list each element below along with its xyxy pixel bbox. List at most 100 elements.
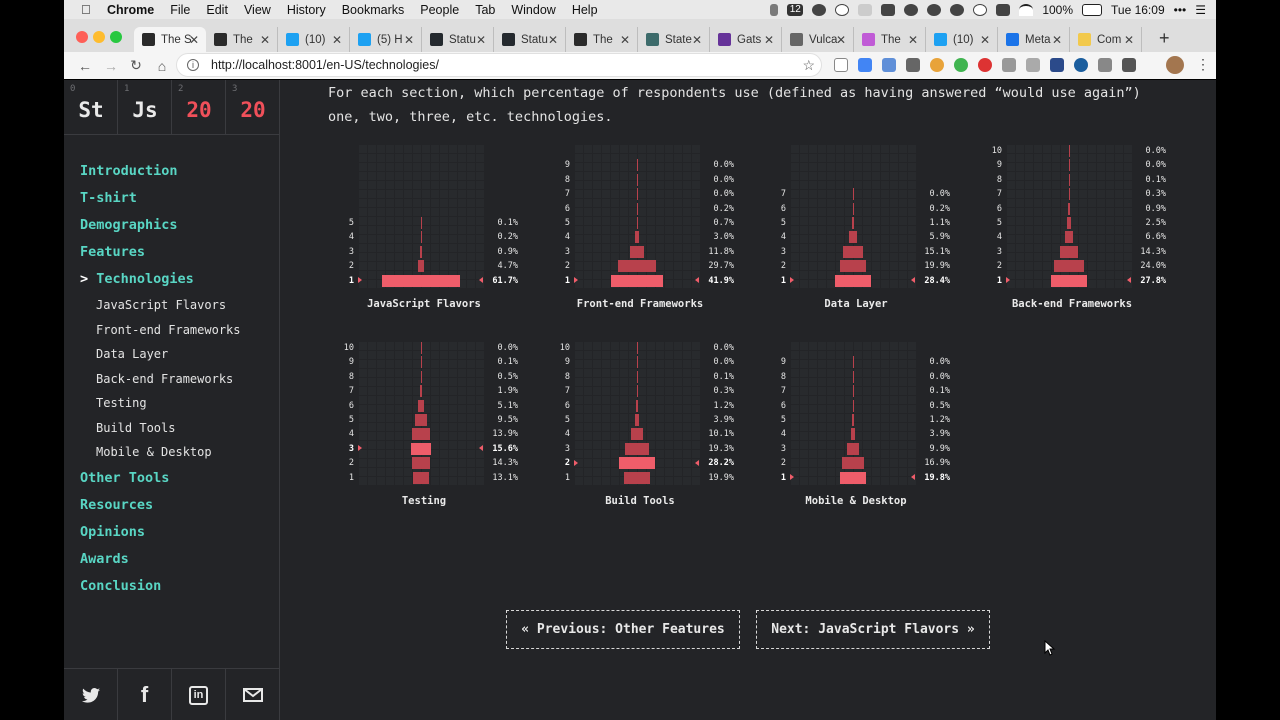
close-tab-icon[interactable]: ✕ bbox=[476, 33, 486, 47]
new-tab-button[interactable]: + bbox=[1159, 28, 1170, 49]
more-icon[interactable]: ••• bbox=[1174, 3, 1187, 17]
bar[interactable] bbox=[852, 356, 854, 369]
menu-history[interactable]: History bbox=[287, 3, 326, 17]
menu-chrome[interactable]: Chrome bbox=[107, 3, 154, 17]
bar[interactable] bbox=[852, 188, 854, 201]
close-tab-icon[interactable]: ✕ bbox=[189, 33, 199, 47]
sidebar-subitem-javascript-flavors[interactable]: JavaScript Flavors bbox=[80, 297, 241, 322]
bar[interactable] bbox=[840, 260, 866, 273]
notification-count-badge[interactable]: 12 bbox=[787, 3, 804, 16]
list-icon[interactable]: ☰ bbox=[1195, 3, 1206, 17]
bookmark-star-icon[interactable]: ☆ bbox=[802, 57, 815, 74]
bar[interactable] bbox=[835, 274, 871, 287]
reload-icon[interactable]: ↻ bbox=[130, 57, 142, 74]
bar[interactable] bbox=[630, 428, 644, 441]
browser-tab[interactable]: (10) ✕ bbox=[926, 27, 998, 52]
bar[interactable] bbox=[849, 231, 857, 244]
bar[interactable] bbox=[629, 245, 645, 258]
site-logo[interactable]: 0 St 1 Js 2 20 3 20 bbox=[64, 80, 280, 135]
sidebar-item-conclusion[interactable]: Conclusion bbox=[80, 577, 241, 604]
translate-icon[interactable] bbox=[882, 58, 896, 72]
browser-tab[interactable]: The ✕ bbox=[854, 27, 926, 52]
extension-icon[interactable] bbox=[1026, 58, 1040, 72]
close-tab-icon[interactable]: ✕ bbox=[620, 33, 630, 47]
bar[interactable] bbox=[852, 370, 854, 383]
bar[interactable] bbox=[636, 173, 638, 186]
browser-tab[interactable]: Meta ✕ bbox=[998, 27, 1070, 52]
bar[interactable] bbox=[412, 428, 430, 441]
bar[interactable] bbox=[618, 260, 656, 273]
browser-tab[interactable]: Com ✕ bbox=[1070, 27, 1142, 52]
next-page-button[interactable]: Next: JavaScript Flavors » bbox=[756, 610, 990, 649]
browser-tab[interactable]: The S ✕ bbox=[134, 27, 206, 52]
close-tab-icon[interactable]: ✕ bbox=[692, 33, 702, 47]
sidebar-item-t-shirt[interactable]: T-shirt bbox=[80, 189, 241, 216]
time-machine-icon[interactable] bbox=[973, 3, 988, 16]
bar[interactable] bbox=[1064, 231, 1074, 244]
bar[interactable] bbox=[1068, 173, 1070, 186]
address-bar[interactable]: i http://localhost:8001/en-US/technologi… bbox=[176, 53, 822, 77]
clock[interactable]: Tue 16:09 bbox=[1111, 3, 1165, 17]
sidebar-item-awards[interactable]: Awards bbox=[80, 550, 241, 577]
close-tab-icon[interactable]: ✕ bbox=[764, 33, 774, 47]
browser-tab[interactable]: (5) H ✕ bbox=[350, 27, 422, 52]
bar[interactable] bbox=[624, 442, 650, 455]
sidebar-item-opinions[interactable]: Opinions bbox=[80, 523, 241, 550]
bar[interactable] bbox=[419, 385, 423, 398]
bar[interactable] bbox=[382, 274, 460, 287]
minimize-window-button[interactable] bbox=[93, 31, 105, 43]
extension-icon[interactable] bbox=[834, 58, 848, 72]
close-tab-icon[interactable]: ✕ bbox=[836, 33, 846, 47]
menu-tab[interactable]: Tab bbox=[475, 3, 495, 17]
browser-tab[interactable]: The ✕ bbox=[206, 27, 278, 52]
bar[interactable] bbox=[1068, 202, 1070, 215]
bar[interactable] bbox=[636, 370, 638, 383]
extension-icon[interactable] bbox=[1098, 58, 1112, 72]
site-info-icon[interactable]: i bbox=[187, 59, 199, 71]
home-icon[interactable]: ⌂ bbox=[156, 58, 168, 74]
bar[interactable] bbox=[635, 231, 639, 244]
bar[interactable] bbox=[636, 217, 638, 229]
bar[interactable] bbox=[420, 231, 422, 244]
bar[interactable] bbox=[1068, 159, 1070, 172]
forward-icon[interactable]: → bbox=[104, 58, 118, 74]
close-tab-icon[interactable]: ✕ bbox=[908, 33, 918, 47]
sidebar-item-other-tools[interactable]: Other Tools bbox=[80, 469, 241, 496]
sidebar-item-demographics[interactable]: Demographics bbox=[80, 216, 241, 243]
bar[interactable] bbox=[852, 414, 854, 426]
battery-percent[interactable]: 100% bbox=[1042, 3, 1073, 17]
browser-tab[interactable]: State ✕ bbox=[638, 27, 710, 52]
bar[interactable] bbox=[1067, 217, 1071, 229]
text-input-icon[interactable] bbox=[881, 3, 896, 16]
bar[interactable] bbox=[624, 471, 650, 484]
linkedin-share-button[interactable]: in bbox=[172, 669, 226, 720]
extension-icon[interactable] bbox=[858, 58, 872, 72]
bar[interactable] bbox=[636, 342, 638, 354]
chat-icon[interactable] bbox=[950, 3, 965, 16]
sidebar-item-introduction[interactable]: Introduction bbox=[80, 162, 241, 189]
sidebar-subitem-testing[interactable]: Testing bbox=[80, 395, 241, 420]
menu-file[interactable]: File bbox=[170, 3, 190, 17]
bar[interactable] bbox=[411, 457, 431, 470]
close-tab-icon[interactable]: ✕ bbox=[1124, 33, 1134, 47]
email-share-button[interactable] bbox=[226, 669, 280, 720]
sidebar-item-technologies[interactable]: > Technologies bbox=[80, 270, 241, 297]
zoom-window-button[interactable] bbox=[110, 31, 122, 43]
apple-menu-icon[interactable]:  bbox=[81, 2, 95, 17]
puzzle-icon[interactable] bbox=[1122, 58, 1136, 72]
bar[interactable] bbox=[412, 471, 430, 484]
extension-icon[interactable] bbox=[1050, 58, 1064, 72]
browser-menu-icon[interactable]: ⋮ bbox=[1196, 56, 1210, 73]
facebook-share-button[interactable]: f bbox=[118, 669, 172, 720]
sidebar-subitem-build-tools[interactable]: Build Tools bbox=[80, 420, 241, 445]
bar[interactable] bbox=[619, 457, 655, 470]
battery-status-icon[interactable] bbox=[770, 3, 779, 16]
bar[interactable] bbox=[840, 471, 866, 484]
bar[interactable] bbox=[852, 399, 854, 412]
bar[interactable] bbox=[418, 260, 424, 273]
bar[interactable] bbox=[1053, 260, 1085, 273]
extension-icon[interactable] bbox=[954, 58, 968, 72]
bar[interactable] bbox=[846, 442, 860, 455]
bar[interactable] bbox=[411, 442, 431, 455]
back-icon[interactable]: ← bbox=[78, 58, 92, 74]
